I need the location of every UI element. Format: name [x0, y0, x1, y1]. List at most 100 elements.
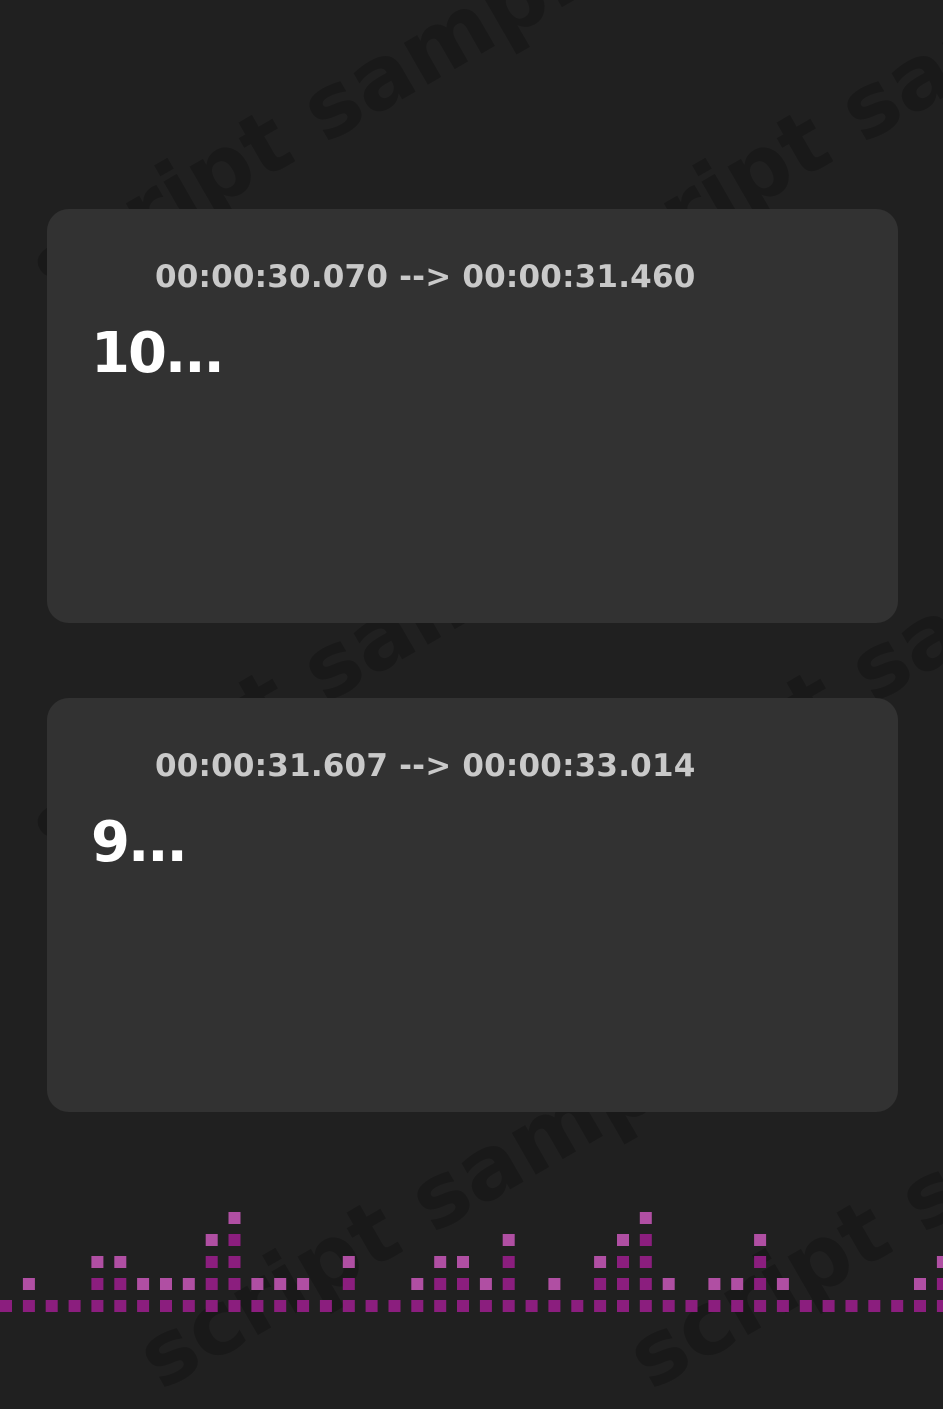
equalizer-peak-cell	[914, 1278, 926, 1290]
cue-header: 00:00:30.070 --> 00:00:31.460	[89, 257, 696, 297]
equalizer-cell	[776, 1300, 789, 1312]
equalizer-cell	[639, 1256, 652, 1268]
equalizer-cell	[434, 1278, 447, 1290]
equalizer-peak-cell	[251, 1278, 264, 1290]
equalizer-peak-cell	[114, 1256, 127, 1268]
equalizer-cell	[137, 1300, 150, 1312]
equalizer-cell	[479, 1300, 492, 1312]
equalizer-cell	[731, 1300, 744, 1312]
equalizer-cell	[434, 1300, 447, 1312]
equalizer-cell	[342, 1300, 355, 1312]
equalizer-cell	[548, 1300, 561, 1312]
equalizer-peak-cell	[594, 1256, 607, 1268]
equalizer-cell	[754, 1300, 767, 1312]
equalizer-peak-cell	[776, 1278, 789, 1290]
equalizer-peak-cell	[274, 1278, 287, 1290]
equalizer-cell	[662, 1300, 675, 1312]
equalizer-peak-cell	[731, 1278, 744, 1290]
equalizer-cell	[822, 1300, 835, 1312]
equalizer-cell	[114, 1278, 127, 1290]
equalizer-cell	[160, 1300, 172, 1312]
equalizer-cell	[45, 1300, 58, 1312]
cue-timestamp: 00:00:30.070 --> 00:00:31.460	[155, 259, 696, 295]
equalizer-cell	[411, 1300, 424, 1312]
equalizer-peak-cell	[434, 1256, 447, 1268]
audio-wave-icon	[90, 258, 136, 296]
equalizer-peak-cell	[708, 1278, 721, 1290]
equalizer-cell	[228, 1300, 241, 1312]
equalizer-peak-cell	[754, 1234, 767, 1246]
equalizer-cell	[868, 1300, 881, 1312]
cue-caption-text: 9...	[91, 810, 188, 875]
equalizer-peak-cell	[137, 1278, 150, 1290]
equalizer-cell	[708, 1300, 721, 1312]
equalizer-cell	[251, 1300, 264, 1312]
equalizer-cell	[228, 1256, 241, 1268]
equalizer-cell	[365, 1300, 378, 1312]
equalizer-cell	[639, 1234, 652, 1246]
equalizer-cell	[22, 1300, 35, 1312]
equalizer-cell	[205, 1256, 218, 1268]
equalizer-cell	[205, 1278, 218, 1290]
equalizer-cell	[617, 1300, 629, 1312]
equalizer-cell	[274, 1300, 287, 1312]
equalizer-peak-cell	[411, 1278, 424, 1290]
equalizer-cell	[502, 1300, 515, 1312]
equalizer-peak-cell	[205, 1234, 218, 1246]
equalizer-cell	[457, 1278, 469, 1290]
equalizer-cell	[845, 1300, 858, 1312]
equalizer-cell	[319, 1300, 332, 1312]
equalizer-cell	[639, 1300, 652, 1312]
equalizer-cell	[228, 1278, 241, 1290]
equalizer-cell	[754, 1256, 767, 1268]
equalizer-cell	[617, 1256, 629, 1268]
equalizer-peak-cell	[502, 1234, 515, 1246]
equalizer-cell	[525, 1300, 538, 1312]
equalizer-peak-cell	[342, 1256, 355, 1268]
equalizer-cell	[891, 1300, 904, 1312]
equalizer-cell	[91, 1300, 104, 1312]
equalizer-cell	[205, 1300, 218, 1312]
equalizer-cell	[68, 1300, 81, 1312]
equalizer-cell	[936, 1278, 943, 1290]
equalizer-peak-cell	[160, 1278, 172, 1290]
equalizer-peak-cell	[548, 1278, 561, 1290]
equalizer-peak-cell	[617, 1234, 629, 1246]
equalizer-cell	[228, 1234, 241, 1246]
equalizer-cell	[594, 1278, 607, 1290]
equalizer-cell	[502, 1278, 515, 1290]
equalizer-peak-cell	[457, 1256, 469, 1268]
equalizer-cell	[914, 1300, 926, 1312]
equalizer-cell	[754, 1278, 767, 1290]
equalizer-peak-cell	[91, 1256, 104, 1268]
equalizer-peak-cell	[639, 1212, 652, 1224]
equalizer-cell	[571, 1300, 584, 1312]
equalizer-peak-cell	[936, 1256, 943, 1268]
cue-timestamp: 00:00:31.607 --> 00:00:33.014	[155, 748, 696, 784]
equalizer-peak-cell	[479, 1278, 492, 1290]
watermark-layer: script sample script sample script sampl…	[0, 0, 943, 1409]
equalizer-cell	[91, 1278, 104, 1290]
equalizer-cell	[594, 1300, 607, 1312]
equalizer-peak-cell	[228, 1212, 241, 1224]
subtitle-cue-card[interactable]: 00:00:30.070 --> 00:00:31.460 10...	[47, 209, 898, 623]
equalizer-cell	[617, 1278, 629, 1290]
cue-header: 00:00:31.607 --> 00:00:33.014	[89, 746, 696, 786]
equalizer-peak-cell	[22, 1278, 35, 1290]
equalizer-cell	[114, 1300, 127, 1312]
subtitle-cue-card[interactable]: 00:00:31.607 --> 00:00:33.014 9...	[47, 698, 898, 1112]
equalizer-cell	[388, 1300, 401, 1312]
equalizer-cell	[799, 1300, 812, 1312]
equalizer-cell	[342, 1278, 355, 1290]
equalizer-cell	[502, 1256, 515, 1268]
equalizer-cell	[685, 1300, 698, 1312]
equalizer-cell	[639, 1278, 652, 1290]
equalizer-cell	[936, 1300, 943, 1312]
equalizer-cell	[0, 1300, 12, 1312]
equalizer-peak-cell	[662, 1278, 675, 1290]
audio-wave-icon	[90, 747, 136, 785]
cue-caption-text: 10...	[91, 321, 225, 386]
equalizer-peak-cell	[182, 1278, 195, 1290]
equalizer-visualizer	[0, 1212, 943, 1312]
equalizer-cell	[457, 1300, 469, 1312]
